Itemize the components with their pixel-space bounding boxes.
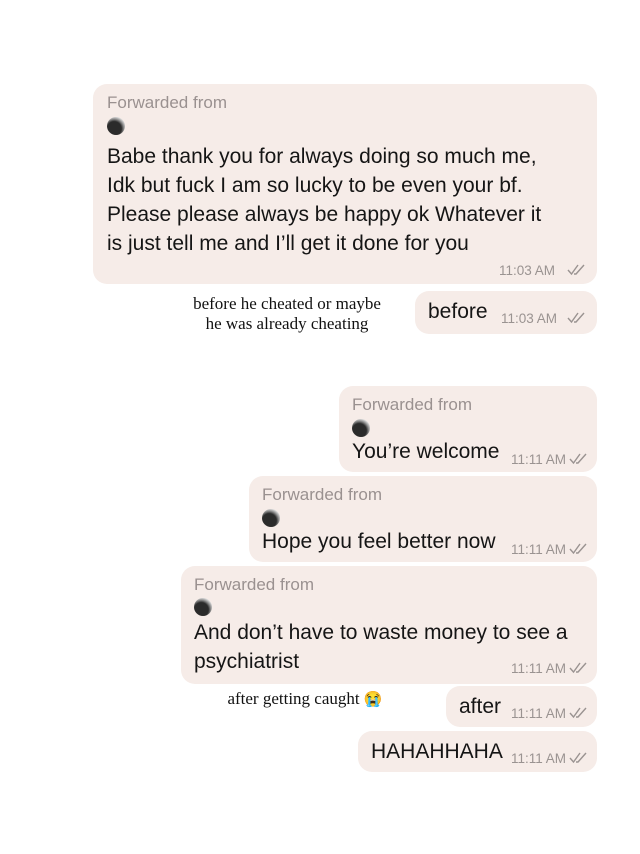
message-timestamp: 11:03 AM [501, 311, 558, 326]
annotation-caption-line: he was already cheating [205, 314, 369, 333]
read-receipt-icon [569, 543, 587, 555]
annotation-caption: after getting caught 😭 [200, 689, 410, 710]
message-timestamp: 11:11 AM [511, 452, 567, 467]
sobbing-emoji-icon: 😭 [363, 692, 383, 708]
forwarded-avatar-icon [194, 598, 212, 616]
message-bubble-forwarded[interactable]: Forwarded from Hope you feel better now … [249, 476, 597, 562]
message-text-line: psychiatrist [194, 650, 300, 673]
message-bubble-forwarded[interactable]: Forwarded from Babe thank you for always… [93, 84, 597, 284]
message-text-line: Babe thank you for always doing so much … [107, 145, 537, 168]
message-bubble[interactable]: before 11:03 AM [415, 291, 597, 334]
message-text: You’re welcome [352, 440, 500, 463]
message-timestamp: 11:11 AM [511, 661, 567, 676]
read-receipt-icon [569, 752, 587, 764]
read-receipt-icon [569, 707, 587, 719]
message-text: HAHAHHAHA [371, 740, 503, 763]
message-timestamp: 11:11 AM [511, 706, 567, 721]
read-receipt-icon [567, 312, 585, 324]
read-receipt-icon [569, 662, 587, 674]
annotation-caption-text: after getting caught [227, 689, 360, 708]
message-bubble[interactable]: after 11:11 AM [446, 686, 597, 727]
forwarded-avatar-icon [352, 419, 370, 437]
forwarded-from-label: Forwarded from [107, 93, 227, 112]
message-timestamp: 11:03 AM [499, 263, 556, 278]
message-text-line: Please please always be happy ok Whateve… [107, 203, 542, 226]
message-text: before [428, 300, 488, 323]
read-receipt-icon [567, 264, 585, 276]
forwarded-avatar-icon [107, 117, 125, 135]
message-timestamp: 11:11 AM [511, 542, 567, 557]
message-bubble-forwarded[interactable]: Forwarded from You’re welcome 11:11 AM [339, 386, 597, 472]
annotation-caption: before he cheated or maybe he was alread… [165, 294, 409, 334]
forwarded-from-label: Forwarded from [262, 485, 382, 504]
forwarded-from-label: Forwarded from [352, 395, 472, 414]
message-text: Hope you feel better now [262, 530, 496, 553]
message-bubble[interactable]: HAHAHHAHA 11:11 AM [358, 731, 597, 772]
read-receipt-icon [569, 453, 587, 465]
annotation-caption-line: before he cheated or maybe [193, 294, 381, 313]
message-text-line: is just tell me and I’ll get it done for… [107, 232, 469, 255]
message-text: after [459, 695, 502, 718]
forwarded-avatar-icon [262, 509, 280, 527]
message-text-line: And don’t have to waste money to see a [194, 621, 568, 644]
message-text-line: Idk but fuck I am so lucky to be even yo… [107, 174, 523, 197]
forwarded-from-label: Forwarded from [194, 575, 314, 594]
message-bubble-forwarded[interactable]: Forwarded from And don’t have to waste m… [181, 566, 597, 684]
message-timestamp: 11:11 AM [511, 751, 567, 766]
